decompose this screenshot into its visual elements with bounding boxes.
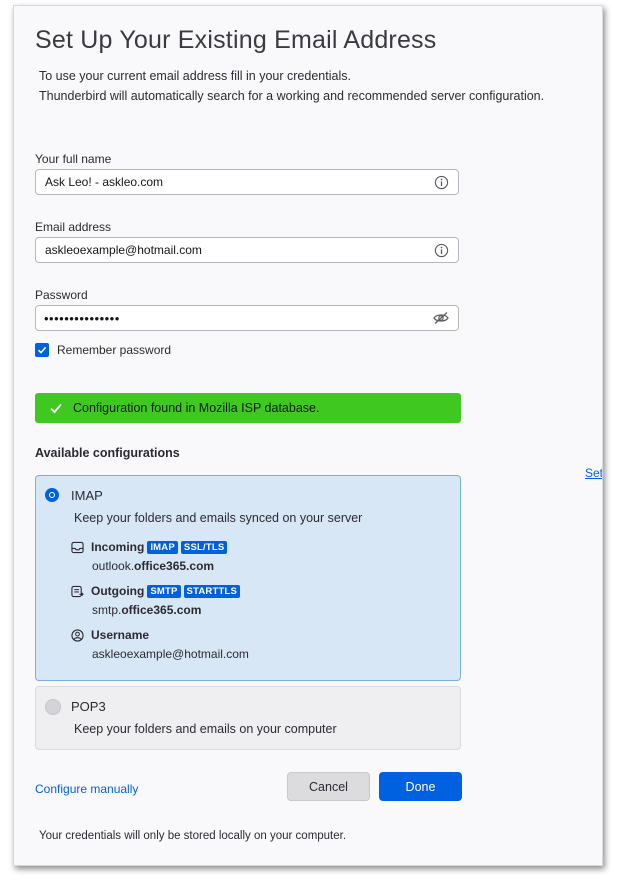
outgoing-security-badge: STARTTLS <box>183 584 241 598</box>
pop3-radio[interactable] <box>45 699 61 715</box>
remember-password-row[interactable]: Remember password <box>35 343 171 357</box>
incoming-label: Incoming <box>91 540 145 554</box>
user-icon <box>70 628 84 642</box>
account-setup-panel: Set Up Your Existing Email Address To us… <box>13 5 603 866</box>
incoming-host: outlook.office365.com <box>92 559 214 573</box>
available-configurations-heading: Available configurations <box>35 446 180 460</box>
username-row: Username <box>70 628 149 642</box>
outgoing-protocol-badge: SMTP <box>147 584 181 598</box>
imap-radio[interactable] <box>45 488 59 502</box>
outgoing-label: Outgoing <box>91 584 145 598</box>
full-name-field[interactable]: Ask Leo! - askleo.com <box>35 169 459 195</box>
full-name-label: Your full name <box>35 152 112 166</box>
info-icon[interactable] <box>433 174 449 190</box>
password-label: Password <box>35 288 88 302</box>
incoming-row: Incoming IMAP SSL/TLS <box>70 540 228 554</box>
email-label: Email address <box>35 220 112 234</box>
inbox-icon <box>70 540 84 554</box>
username-label: Username <box>91 628 150 642</box>
outgoing-host-domain: office365.com <box>121 603 202 617</box>
outgoing-host: smtp.office365.com <box>92 603 201 617</box>
pop3-config-card[interactable]: POP3 Keep your folders and emails on you… <box>35 686 461 750</box>
subtitle-line-2: Thunderbird will automatically search fo… <box>39 89 545 103</box>
credentials-footer-note: Your credentials will only be stored loc… <box>39 830 347 842</box>
subtitle-line-1: To use your current email address fill i… <box>39 69 351 83</box>
username-value: askleoexample@hotmail.com <box>92 647 249 661</box>
imap-description: Keep your folders and emails synced on y… <box>74 511 363 525</box>
password-value: ••••••••••••••• <box>44 310 120 326</box>
remember-password-checkbox[interactable] <box>35 343 49 357</box>
incoming-host-domain: office365.com <box>134 559 215 573</box>
remember-password-label: Remember password <box>57 343 172 357</box>
outgoing-host-prefix: smtp. <box>92 603 122 617</box>
checkmark-icon <box>49 401 63 415</box>
page-subtitle: To use your current email address fill i… <box>39 66 544 106</box>
full-name-value: Ask Leo! - askleo.com <box>45 175 164 189</box>
page-title: Set Up Your Existing Email Address <box>35 26 437 54</box>
incoming-protocol-badge: IMAP <box>147 540 178 554</box>
imap-config-card[interactable]: IMAP Keep your folders and emails synced… <box>35 475 461 681</box>
eye-slash-icon[interactable] <box>433 310 449 326</box>
pop3-description: Keep your folders and emails on your com… <box>74 722 337 736</box>
info-icon[interactable] <box>433 242 449 258</box>
outgoing-row: Outgoing SMTP STARTTLS <box>70 584 241 598</box>
status-message: Configuration found in Mozilla ISP datab… <box>73 401 320 415</box>
password-field[interactable]: ••••••••••••••• <box>35 305 459 331</box>
email-field[interactable]: askleoexample@hotmail.com <box>35 237 459 263</box>
imap-title: IMAP <box>71 488 103 503</box>
checkmark-icon <box>37 346 47 354</box>
email-value: askleoexample@hotmail.com <box>45 243 202 257</box>
pop3-title: POP3 <box>71 699 106 714</box>
setup-side-link[interactable]: Set <box>585 466 602 480</box>
status-success-bar: Configuration found in Mozilla ISP datab… <box>35 393 461 423</box>
outbox-icon <box>70 584 84 598</box>
incoming-host-prefix: outlook. <box>92 559 135 573</box>
cancel-button[interactable]: Cancel <box>287 772 370 801</box>
configure-manually-link[interactable]: Configure manually <box>35 782 138 796</box>
incoming-security-badge: SSL/TLS <box>180 540 228 554</box>
done-button[interactable]: Done <box>379 772 462 801</box>
